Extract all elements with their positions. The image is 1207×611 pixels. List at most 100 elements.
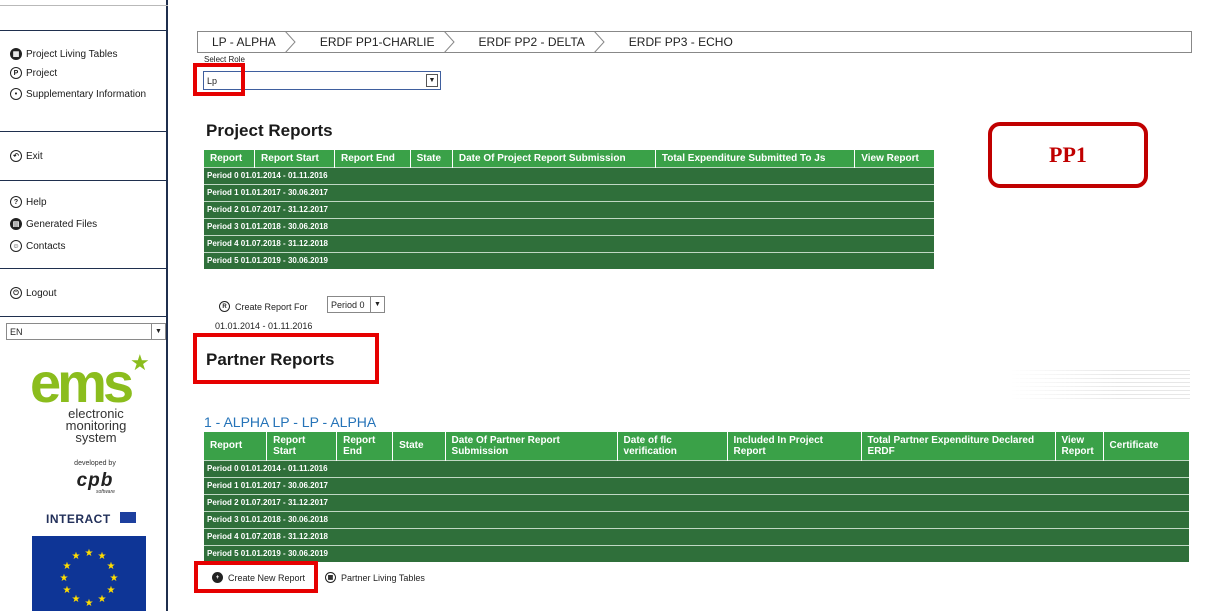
- breadcrumb-chevron-icon: [593, 31, 605, 53]
- divider: [0, 316, 166, 317]
- chevron-down-icon: ▼: [370, 297, 384, 312]
- report-icon: R: [219, 301, 230, 312]
- create-new-report-button[interactable]: + Create New Report: [212, 572, 305, 583]
- period-value: Period 0: [331, 299, 365, 310]
- column-header[interactable]: Certificate: [1103, 432, 1189, 460]
- column-header[interactable]: Total Partner Expenditure Declared ERDF: [861, 432, 1056, 460]
- column-header[interactable]: Report End: [336, 432, 394, 460]
- language-select[interactable]: EN ▼: [6, 323, 166, 340]
- column-header[interactable]: Report End: [334, 150, 411, 167]
- divider: [0, 268, 166, 269]
- project-icon: P: [10, 67, 22, 79]
- project-reports-table: Report Report Start Report End State Dat…: [204, 150, 934, 269]
- column-header[interactable]: State: [410, 150, 453, 167]
- report-period-cell: Period 0 01.01.2014 - 01.11.2016: [204, 459, 1189, 477]
- eu-flag-small-icon: [120, 512, 136, 523]
- info-icon: •: [10, 88, 22, 100]
- role-select[interactable]: Lp ▼: [203, 71, 441, 90]
- column-header[interactable]: View Report: [1055, 432, 1104, 460]
- table-header-row: Report Report Start Report End State Dat…: [204, 432, 1189, 460]
- svg-text:★: ★: [72, 551, 81, 562]
- table-row[interactable]: Period 5 01.01.2019 - 30.06.2019: [204, 544, 1189, 562]
- nav-label: Logout: [26, 287, 57, 299]
- column-header[interactable]: Date of flc verification: [617, 432, 728, 460]
- ems-logo: ems: [30, 351, 134, 414]
- nav-supplementary-information[interactable]: • Supplementary Information: [10, 88, 146, 100]
- breadcrumb-chevron-icon: [284, 31, 296, 53]
- tab-lp-alpha[interactable]: LP - ALPHA: [198, 31, 296, 53]
- column-header[interactable]: Report Start: [266, 432, 338, 460]
- svg-text:★: ★: [60, 573, 69, 584]
- nav-logout[interactable]: ⏻ Logout: [10, 287, 57, 299]
- svg-text:★: ★: [72, 594, 81, 605]
- partner-reports-table: Report Report Start Report End State Dat…: [204, 432, 1189, 562]
- report-period-cell: Period 4 01.07.2018 - 31.12.2018: [204, 234, 934, 252]
- partner-reports-title: Partner Reports: [206, 350, 335, 369]
- report-period-cell: Period 1 01.01.2017 - 30.06.2017: [204, 183, 934, 201]
- interact-logo: INTERACT: [46, 512, 111, 526]
- tab-erdf-pp2-delta[interactable]: ERDF PP2 - DELTA: [455, 31, 605, 53]
- nav-exit[interactable]: ↶ Exit: [10, 150, 43, 162]
- column-header[interactable]: Report: [204, 432, 268, 460]
- breadcrumb-chevron-icon: [443, 31, 455, 53]
- table-row[interactable]: Period 0 01.01.2014 - 01.11.2016: [204, 166, 934, 184]
- nav-label: Project: [26, 67, 58, 79]
- table-row[interactable]: Period 1 01.01.2017 - 30.06.2017: [204, 476, 1189, 494]
- create-report-button[interactable]: R Create Report For: [219, 301, 308, 312]
- tab-erdf-pp1-charlie[interactable]: ERDF PP1-CHARLIE: [296, 31, 455, 53]
- report-period-cell: Period 2 01.07.2017 - 31.12.2017: [204, 493, 1189, 511]
- nav-contacts[interactable]: ☺ Contacts: [10, 240, 65, 252]
- partner-living-tables-button[interactable]: ▦ Partner Living Tables: [325, 572, 425, 583]
- report-period-cell: Period 0 01.01.2014 - 01.11.2016: [204, 166, 934, 184]
- column-header[interactable]: Date Of Project Report Submission: [452, 150, 656, 167]
- sidebar: ▦ Project Living Tables P Project • Supp…: [0, 0, 168, 611]
- column-header[interactable]: State: [392, 432, 446, 460]
- callout-pp1: PP1: [988, 122, 1148, 188]
- column-header[interactable]: Included In Project Report: [727, 432, 862, 460]
- table-row[interactable]: Period 4 01.07.2018 - 31.12.2018: [204, 527, 1189, 545]
- table-row[interactable]: Period 2 01.07.2017 - 31.12.2017: [204, 200, 934, 218]
- nav-label: Supplementary Information: [26, 88, 147, 100]
- tab-label: ERDF PP2 - DELTA: [478, 35, 585, 49]
- table-row[interactable]: Period 3 01.01.2018 - 30.06.2018: [204, 217, 934, 235]
- column-header[interactable]: Total Expenditure Submitted To Js: [655, 150, 856, 167]
- column-header[interactable]: Report: [204, 150, 256, 167]
- partner-tabs: LP - ALPHA ERDF PP1-CHARLIE ERDF PP2 - D…: [197, 31, 1192, 53]
- power-icon: ⏻: [10, 287, 22, 299]
- table-icon: ▦: [10, 48, 22, 60]
- column-header[interactable]: View Report: [854, 150, 934, 167]
- help-icon: ?: [10, 196, 22, 208]
- ems-subtitle-line: system: [75, 430, 117, 445]
- svg-text:★: ★: [98, 594, 107, 605]
- create-report-label: Create Report For: [235, 301, 308, 312]
- table-row[interactable]: Period 1 01.01.2017 - 30.06.2017: [204, 183, 934, 201]
- table-row[interactable]: Period 0 01.01.2014 - 01.11.2016: [204, 459, 1189, 477]
- nav-project-living-tables[interactable]: ▦ Project Living Tables: [10, 48, 118, 60]
- period-select[interactable]: Period 0 ▼: [327, 296, 385, 313]
- files-icon: ▤: [10, 218, 22, 230]
- nav-generated-files[interactable]: ▤ Generated Files: [10, 218, 97, 230]
- tab-label: ERDF PP3 - ECHO: [628, 35, 733, 49]
- chevron-down-icon: ▼: [426, 74, 438, 87]
- nav-help[interactable]: ? Help: [10, 196, 47, 208]
- table-row[interactable]: Period 2 01.07.2017 - 31.12.2017: [204, 493, 1189, 511]
- contacts-icon: ☺: [10, 240, 22, 252]
- nav-label: Contacts: [26, 240, 66, 252]
- table-row[interactable]: Period 4 01.07.2018 - 31.12.2018: [204, 234, 934, 252]
- decorative-stripes: [1010, 370, 1190, 402]
- divider: [0, 131, 166, 132]
- column-header[interactable]: Report Start: [254, 150, 335, 167]
- create-new-report-label: Create New Report: [228, 572, 306, 583]
- report-period-cell: Period 2 01.07.2017 - 31.12.2017: [204, 200, 934, 218]
- tab-erdf-pp3-echo[interactable]: ERDF PP3 - ECHO: [605, 32, 739, 52]
- developed-by-label: developed by: [74, 460, 116, 467]
- report-period-cell: Period 4 01.07.2018 - 31.12.2018: [204, 527, 1189, 545]
- column-header[interactable]: Date Of Partner Report Submission: [445, 432, 618, 460]
- table-row[interactable]: Period 5 01.01.2019 - 30.06.2019: [204, 251, 934, 269]
- nav-project[interactable]: P Project: [10, 67, 57, 79]
- report-period-cell: Period 3 01.01.2018 - 30.06.2018: [204, 217, 934, 235]
- table-header-row: Report Report Start Report End State Dat…: [204, 150, 934, 167]
- table-row[interactable]: Period 3 01.01.2018 - 30.06.2018: [204, 510, 1189, 528]
- svg-text:★: ★: [107, 561, 116, 572]
- svg-text:★: ★: [63, 585, 72, 596]
